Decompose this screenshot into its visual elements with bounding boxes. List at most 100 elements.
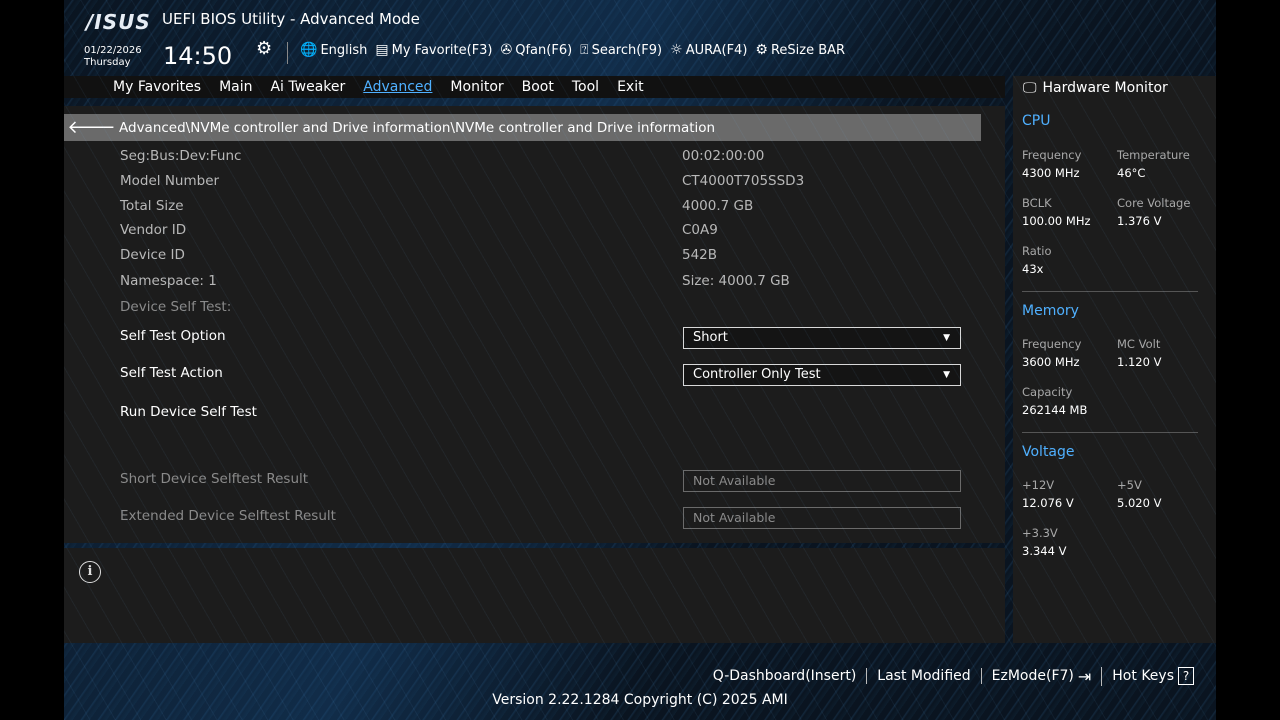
- vendor-id-label: Vendor ID: [120, 222, 187, 238]
- cpu-temperature-label: Temperature: [1117, 148, 1190, 162]
- aura-label: AURA(F4): [685, 42, 748, 58]
- mc-volt-value: 1.120 V: [1117, 355, 1162, 369]
- help-question-icon: ?: [1178, 667, 1194, 685]
- model-number-value: CT4000T705SSD3: [682, 173, 805, 189]
- resize-bar-button[interactable]: ⚙ ReSize BAR: [755, 42, 845, 58]
- total-size-value: 4000.7 GB: [682, 198, 754, 214]
- device-self-test-label: Device Self Test:: [120, 299, 232, 315]
- v5-value: 5.020 V: [1117, 496, 1162, 510]
- toolbar-divider: [287, 42, 288, 64]
- qfan-button[interactable]: ✇ Qfan(F6): [501, 42, 573, 58]
- cpu-frequency-value: 4300 MHz: [1022, 166, 1080, 180]
- help-panel: i: [64, 548, 1005, 643]
- short-selftest-result-field: Not Available: [683, 470, 961, 492]
- self-test-action-label[interactable]: Self Test Action: [120, 365, 223, 381]
- hardware-monitor-header: 🖵 Hardware Monitor: [1023, 80, 1168, 96]
- window-title: UEFI BIOS Utility - Advanced Mode: [162, 10, 420, 28]
- asus-logo: /ISUS: [86, 10, 151, 34]
- self-test-option-label[interactable]: Self Test Option: [120, 328, 226, 344]
- bclk-value: 100.00 MHz: [1022, 214, 1091, 228]
- voltage-heading: Voltage: [1022, 444, 1075, 460]
- device-id-label: Device ID: [120, 247, 185, 263]
- fan-icon: ✇: [500, 42, 513, 58]
- my-favorite-label: My Favorite(F3): [391, 42, 493, 58]
- ezmode-label: EzMode(F7): [991, 668, 1074, 684]
- v12-label: +12V: [1022, 478, 1055, 492]
- tab-advanced[interactable]: Advanced: [363, 76, 432, 98]
- resize-bar-label: ReSize BAR: [770, 42, 846, 58]
- language-label: English: [320, 42, 368, 58]
- search-icon: ⍰: [580, 42, 589, 58]
- tab-tool[interactable]: Tool: [572, 76, 599, 98]
- favorite-icon: ▤: [375, 42, 389, 58]
- tab-my-favorites[interactable]: My Favorites: [113, 76, 201, 98]
- toolbar: 🌐 English ▤ My Favorite(F3) ✇ Qfan(F6) ⍰ Sea…: [300, 42, 845, 58]
- section-divider: [1022, 291, 1198, 292]
- tab-boot[interactable]: Boot: [522, 76, 554, 98]
- q-dashboard-button[interactable]: Q-Dashboard(Insert): [703, 668, 868, 684]
- capacity-label: Capacity: [1022, 385, 1073, 399]
- v33-label: +3.3V: [1022, 526, 1058, 540]
- hardware-monitor-title: Hardware Monitor: [1042, 80, 1168, 96]
- self-test-action-select[interactable]: Controller Only Test ▼: [683, 364, 961, 386]
- self-test-action-value: Controller Only Test: [693, 367, 821, 382]
- gear-icon[interactable]: ⚙: [256, 38, 272, 59]
- my-favorite-button[interactable]: ▤ My Favorite(F3): [375, 42, 492, 58]
- memory-heading: Memory: [1022, 303, 1079, 319]
- memory-frequency-label: Frequency: [1022, 337, 1082, 351]
- aura-icon: ☼: [670, 42, 683, 58]
- tab-monitor[interactable]: Monitor: [450, 76, 503, 98]
- dropdown-caret-icon: ▼: [943, 370, 950, 380]
- core-voltage-label: Core Voltage: [1117, 196, 1191, 210]
- main-panel: 🡐 Advanced\NVMe controller and Drive inf…: [64, 106, 1005, 543]
- resize-bar-icon: ⚙: [755, 42, 768, 58]
- vendor-id-value: C0A9: [682, 222, 718, 238]
- seg-bus-value: 00:02:00:00: [682, 148, 765, 164]
- version-text: Version 2.22.1284 Copyright (C) 2025 AMI: [492, 692, 788, 708]
- date-display[interactable]: 01/22/2026 Thursday: [84, 45, 142, 69]
- language-button[interactable]: 🌐 English: [300, 42, 367, 58]
- capacity-value: 262144 MB: [1022, 403, 1088, 417]
- ratio-value: 43x: [1022, 262, 1044, 276]
- tab-exit[interactable]: Exit: [617, 76, 644, 98]
- device-id-value: 542B: [682, 247, 718, 263]
- section-divider: [1022, 432, 1198, 433]
- tab-main[interactable]: Main: [219, 76, 252, 98]
- monitor-icon: 🖵: [1023, 80, 1037, 96]
- hardware-monitor-panel: 🖵 Hardware Monitor CPU Frequency 4300 MH…: [1013, 76, 1216, 643]
- cpu-heading: CPU: [1022, 113, 1051, 129]
- tab-ai-tweaker[interactable]: Ai Tweaker: [270, 76, 345, 98]
- ezmode-exit-icon: ⇥: [1077, 666, 1092, 686]
- back-arrow-icon[interactable]: 🡐: [64, 117, 119, 138]
- self-test-option-select[interactable]: Short ▼: [683, 327, 961, 349]
- core-voltage-value: 1.376 V: [1117, 214, 1162, 228]
- last-modified-button[interactable]: Last Modified: [867, 668, 982, 684]
- cpu-temperature-value: 46°C: [1117, 166, 1146, 180]
- bios-window: /ISUS UEFI BIOS Utility - Advanced Mode …: [64, 0, 1216, 720]
- aura-button[interactable]: ☼ AURA(F4): [670, 42, 747, 58]
- time-display[interactable]: 14:50: [163, 42, 232, 70]
- v33-value: 3.344 V: [1022, 544, 1067, 558]
- globe-icon: 🌐: [300, 42, 318, 58]
- date-text: 01/22/2026: [84, 45, 142, 56]
- ratio-label: Ratio: [1022, 244, 1052, 258]
- total-size-label: Total Size: [120, 198, 184, 214]
- bottom-bar: Q-Dashboard(Insert) Last Modified EzMode…: [64, 665, 1216, 687]
- memory-frequency-value: 3600 MHz: [1022, 355, 1080, 369]
- ezmode-button[interactable]: EzMode(F7) ⇥: [982, 666, 1103, 686]
- run-device-self-test-button[interactable]: Run Device Self Test: [120, 404, 257, 420]
- namespace-label: Namespace: 1: [120, 273, 217, 289]
- hot-keys-label: Hot Keys: [1112, 668, 1174, 684]
- seg-bus-label: Seg:Bus:Dev:Func: [120, 148, 242, 164]
- dropdown-caret-icon: ▼: [943, 333, 950, 343]
- v12-value: 12.076 V: [1022, 496, 1074, 510]
- search-button[interactable]: ⍰ Search(F9): [580, 42, 662, 58]
- v5-label: +5V: [1117, 478, 1142, 492]
- extended-selftest-result-field: Not Available: [683, 507, 961, 529]
- extended-selftest-result-label: Extended Device Selftest Result: [120, 508, 336, 524]
- qfan-label: Qfan(F6): [515, 42, 573, 58]
- short-selftest-result-label: Short Device Selftest Result: [120, 471, 309, 487]
- breadcrumb-bar: 🡐 Advanced\NVMe controller and Drive inf…: [64, 114, 981, 141]
- hot-keys-button[interactable]: Hot Keys?: [1102, 667, 1204, 685]
- namespace-value: Size: 4000.7 GB: [682, 273, 790, 289]
